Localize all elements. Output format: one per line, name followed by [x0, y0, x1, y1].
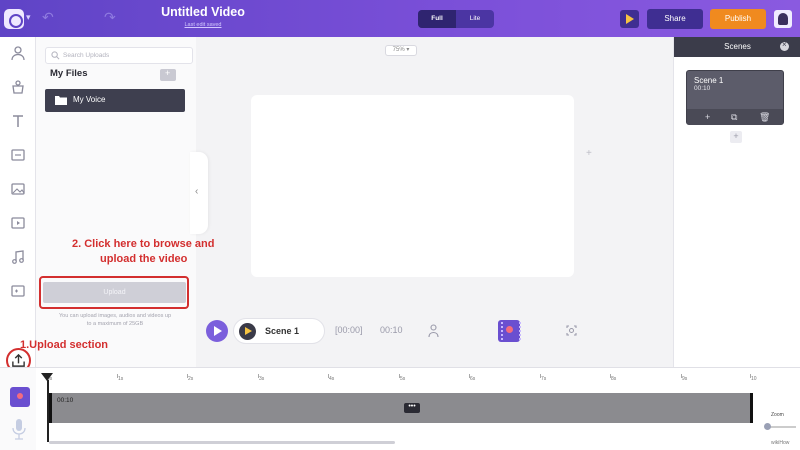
background-icon[interactable] [10, 147, 26, 163]
annotation-step-2-line-2: upload the video [100, 253, 188, 265]
tick-label: 7s [539, 374, 547, 382]
add-scene-icon[interactable]: + [705, 112, 710, 122]
music-icon[interactable] [10, 249, 26, 265]
scene-card-duration: 00:10 [694, 85, 711, 92]
canvas-zoom-dropdown[interactable]: 75% ▾ [385, 45, 417, 56]
play-button[interactable] [206, 320, 228, 342]
video-scene-icon[interactable] [498, 320, 521, 342]
scene-label: Scene 1 [265, 326, 300, 336]
tick-label: 6s [468, 374, 476, 382]
timeline-ruler[interactable]: 0s 1s 2s 3s 4s 5s 6s 7s 8s 9s 10 [45, 374, 757, 388]
current-time: [00:00] [335, 325, 363, 335]
upload-highlight-box [39, 276, 189, 309]
scenes-header: Scenes [674, 37, 800, 57]
preview-play-button[interactable] [620, 10, 639, 28]
close-icon[interactable] [780, 40, 789, 51]
logo-menu-chevron-icon[interactable]: ▾ [26, 12, 31, 23]
tick-label: 1s [116, 374, 124, 382]
scene-selector[interactable]: Scene 1 [233, 318, 325, 344]
video-icon[interactable] [10, 215, 26, 231]
search-box[interactable] [45, 47, 193, 64]
publish-button[interactable]: Publish [710, 9, 766, 29]
props-icon[interactable] [10, 79, 26, 95]
save-status-link[interactable]: Last edit saved [150, 22, 256, 28]
folder-item[interactable]: My Voice [45, 89, 185, 112]
search-icon [51, 51, 60, 60]
microphone-icon[interactable] [12, 418, 26, 440]
annotation-step-2-line-1: 2. Click here to browse and [72, 238, 215, 250]
collapse-panel-handle[interactable]: ‹ [190, 152, 208, 234]
folder-icon [55, 96, 67, 105]
avatar[interactable] [774, 10, 792, 28]
video-track-icon[interactable] [10, 387, 30, 407]
upload-limit-note: You can upload images, audios and videos… [58, 313, 172, 327]
fit-screen-icon[interactable] [566, 325, 577, 336]
tick-label: 5s [398, 374, 406, 382]
add-scene-button[interactable]: + [730, 131, 742, 143]
track-duration: 00:10 [57, 397, 74, 404]
duplicate-icon[interactable]: ⧉ [731, 112, 737, 123]
undo-icon[interactable]: ↶ [42, 9, 54, 26]
trash-icon[interactable]: 🗑 [759, 112, 770, 123]
tick-label: 9s [680, 374, 688, 382]
more-options-button[interactable]: ••• [404, 403, 420, 413]
left-tool-rail [0, 37, 36, 395]
effects-icon[interactable] [10, 283, 26, 299]
tick-label: 8s [609, 374, 617, 382]
scene-duration: 00:10 [380, 325, 403, 335]
scene-canvas[interactable] [251, 95, 574, 277]
video-title[interactable]: Untitled Video [150, 5, 256, 19]
timeline-scrollbar[interactable] [49, 441, 395, 444]
timeline-track-icons [0, 368, 36, 450]
annotation-step-1: 1.Upload section [20, 339, 109, 351]
chevron-left-icon: ‹ [195, 186, 199, 197]
mode-toggle[interactable]: Full Lite [418, 10, 494, 28]
top-bar: ▾ ↶ ↷ Untitled Video Last edit saved Ful… [0, 0, 800, 37]
mode-lite-option[interactable]: Lite [456, 10, 494, 28]
tick-label: 3s [257, 374, 265, 382]
scene-card-toolbar: + ⧉ 🗑 [687, 109, 783, 125]
tick-label: 4s [327, 374, 335, 382]
tick-label: 2s [186, 374, 194, 382]
folder-label: My Voice [73, 95, 106, 104]
person-icon[interactable] [428, 324, 439, 337]
images-icon[interactable] [10, 181, 26, 197]
character-icon[interactable] [10, 45, 26, 61]
share-button[interactable]: Share [647, 9, 703, 29]
watermark: wikiHow [771, 440, 790, 446]
scene-card[interactable]: Scene 1 00:10 + ⧉ 🗑 [686, 70, 784, 125]
section-title: My Files [50, 68, 88, 79]
zoom-slider-handle[interactable] [764, 423, 771, 430]
add-icon[interactable]: + [586, 148, 592, 159]
scene-play-icon[interactable] [239, 323, 256, 340]
timeline: 0s 1s 2s 3s 4s 5s 6s 7s 8s 9s 10 00:10 •… [0, 367, 800, 450]
text-icon[interactable] [10, 113, 26, 129]
scene-card-name: Scene 1 [694, 76, 724, 85]
scenes-panel: Scenes Scene 1 00:10 + ⧉ 🗑 + [673, 37, 800, 367]
scene-track-block[interactable]: 00:10 ••• [49, 393, 753, 423]
uploads-panel: My Files My Voice Upload You can upload … [36, 37, 196, 367]
zoom-label: Zoom [771, 412, 784, 418]
new-folder-button[interactable] [160, 68, 176, 81]
app-logo-icon[interactable] [4, 9, 24, 29]
redo-icon[interactable]: ↷ [104, 9, 116, 26]
search-input[interactable] [63, 49, 188, 62]
mode-full-option[interactable]: Full [418, 10, 456, 28]
tick-label: 10 [750, 374, 757, 382]
